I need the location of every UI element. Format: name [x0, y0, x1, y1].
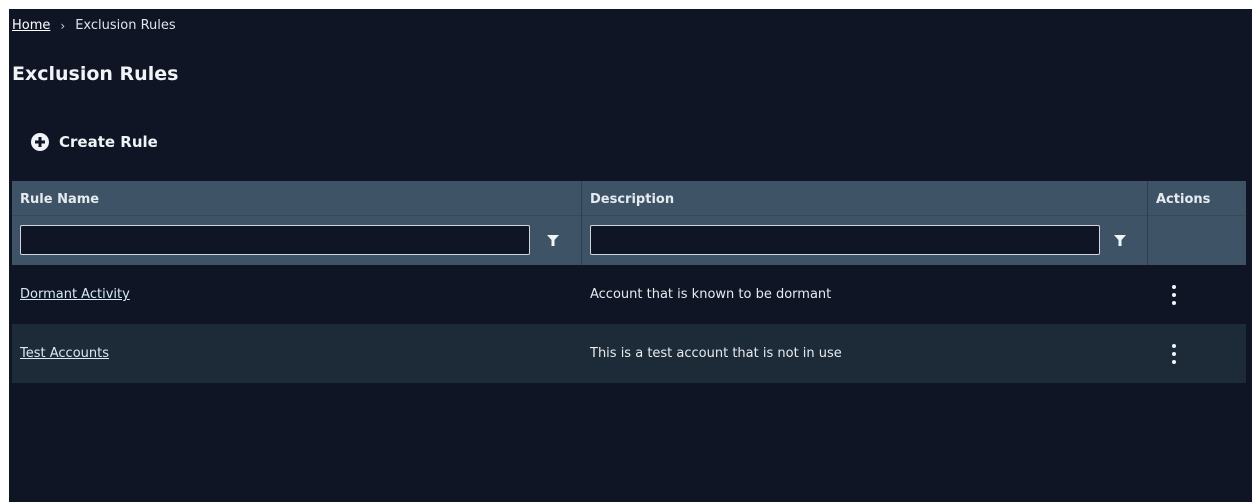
- table-header: Rule Name Description Actions: [12, 181, 1246, 265]
- description-filter-input[interactable]: [590, 225, 1100, 255]
- column-header-rule-name: Rule Name: [12, 181, 582, 265]
- rule-name-cell: Test Accounts: [12, 346, 582, 361]
- breadcrumb: Home › Exclusion Rules: [12, 18, 176, 34]
- rule-name-link[interactable]: Dormant Activity: [20, 287, 130, 302]
- rule-name-cell: Dormant Activity: [12, 287, 582, 302]
- rule-name-filter-input[interactable]: [20, 225, 530, 255]
- column-title-actions: Actions: [1156, 192, 1211, 207]
- table-row: Test Accounts This is a test account tha…: [12, 324, 1246, 383]
- breadcrumb-separator: ›: [60, 19, 66, 33]
- kebab-menu-icon[interactable]: [1172, 344, 1176, 364]
- rule-description-cell: This is a test account that is not in us…: [590, 346, 842, 361]
- table-empty-area: [12, 383, 1246, 502]
- create-rule-label: Create Rule: [59, 133, 158, 151]
- app-window: Home › Exclusion Rules Exclusion Rules C…: [9, 9, 1252, 502]
- header-divider: [12, 215, 581, 216]
- plus-circle-icon: [31, 133, 49, 151]
- rule-description-cell: Account that is known to be dormant: [590, 287, 832, 302]
- column-title-rule-name[interactable]: Rule Name: [20, 192, 99, 207]
- breadcrumb-current: Exclusion Rules: [75, 18, 176, 33]
- header-divider: [582, 215, 1147, 216]
- column-header-actions: Actions: [1148, 181, 1246, 265]
- column-title-description[interactable]: Description: [590, 192, 674, 207]
- rules-table: Rule Name Description Actions Dormant Ac…: [12, 181, 1246, 502]
- page-title: Exclusion Rules: [12, 63, 179, 85]
- funnel-icon[interactable]: [1114, 235, 1126, 246]
- rule-actions-cell: [1148, 324, 1246, 383]
- rule-name-link[interactable]: Test Accounts: [20, 346, 109, 361]
- table-row: Dormant Activity Account that is known t…: [12, 265, 1246, 324]
- funnel-icon[interactable]: [547, 235, 559, 246]
- rule-actions-cell: [1148, 265, 1246, 324]
- create-rule-button[interactable]: Create Rule: [31, 133, 158, 151]
- header-divider: [1148, 215, 1246, 216]
- kebab-menu-icon[interactable]: [1172, 285, 1176, 305]
- column-header-description: Description: [582, 181, 1148, 265]
- breadcrumb-home-link[interactable]: Home: [12, 18, 50, 34]
